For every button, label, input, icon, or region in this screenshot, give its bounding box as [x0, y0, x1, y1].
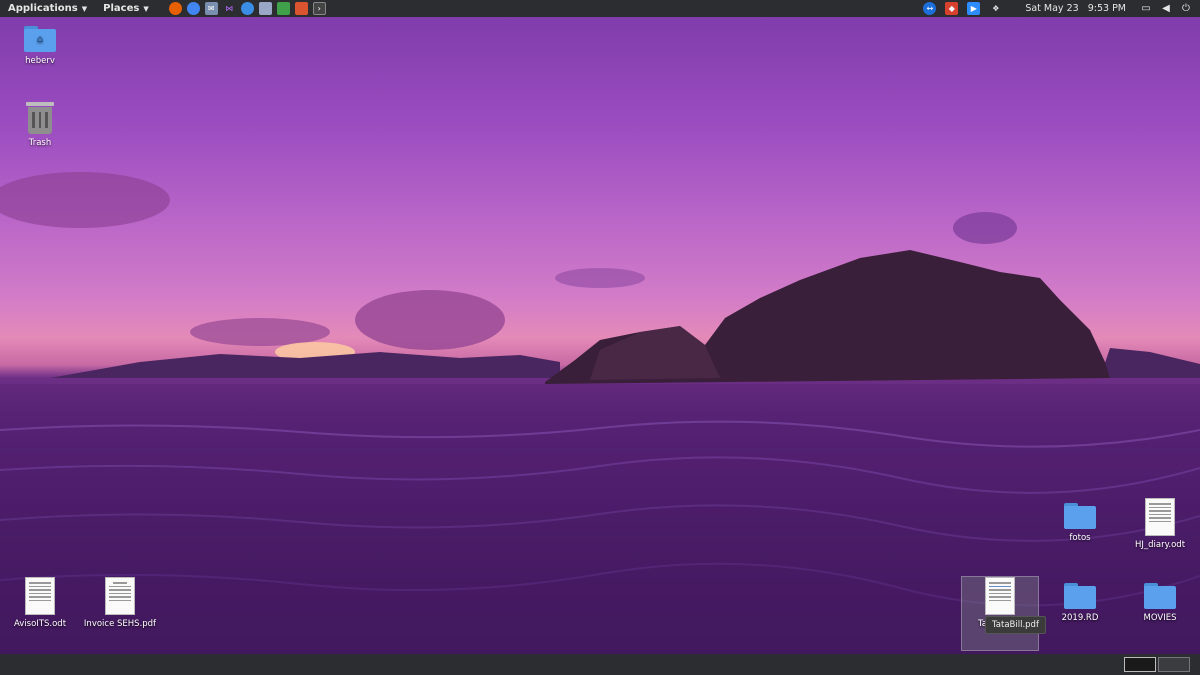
places-menu[interactable]: Places ▼: [95, 0, 157, 17]
dropbox-icon[interactable]: ❖: [989, 2, 1002, 15]
anydesk-icon[interactable]: ◆: [945, 2, 959, 15]
document-icon: [1145, 498, 1175, 536]
qt-icon[interactable]: ⋈: [223, 2, 236, 15]
workspace-switcher: [1124, 657, 1190, 672]
desktop-icon-label: Trash: [28, 138, 52, 148]
desktop-icon-invoice[interactable]: Invoice SEHS.pdf: [82, 577, 158, 629]
desktop-icon-hj-diary[interactable]: HJ_diary.odt: [1122, 498, 1198, 550]
pdf-document-icon: [105, 577, 135, 615]
desktop-icon-2019-rd[interactable]: 2019.RD: [1042, 583, 1118, 623]
desktop-icon-label: 2019.RD: [1061, 613, 1099, 623]
workspace-1[interactable]: [1124, 657, 1156, 672]
power-icon[interactable]: ⏻: [1180, 3, 1192, 15]
pdf-document-icon: [985, 577, 1015, 615]
document-icon: [25, 577, 55, 615]
desktop-icon-home[interactable]: ⌂ heberv: [2, 26, 78, 66]
desktop-icon-label: fotos: [1069, 533, 1091, 543]
applications-menu[interactable]: Applications ▼: [0, 0, 95, 17]
trash-icon: [26, 102, 54, 134]
spreadsheet-icon[interactable]: [276, 2, 290, 15]
home-folder-icon: ⌂: [24, 26, 56, 52]
top-panel: Applications ▼ Places ▼ ✉ ⋈ › ↔ ◆ ▶ ❖ Sa…: [0, 0, 1200, 17]
display-icon[interactable]: ▭: [1140, 3, 1152, 15]
presentation-icon[interactable]: [294, 2, 308, 15]
desktop-wallpaper: [0, 0, 1200, 675]
chrome-icon[interactable]: [186, 2, 200, 15]
zoom-icon[interactable]: ▶: [967, 2, 981, 15]
launcher-bar: ✉ ⋈ ›: [168, 2, 326, 15]
desktop-icon-label: AvisoITS.odt: [13, 619, 67, 629]
wallpaper-landscape: [0, 172, 1200, 654]
chevron-down-icon: ▼: [81, 4, 88, 13]
filename-tooltip: TataBill.pdf: [985, 616, 1046, 634]
desktop-icon-label: Invoice SEHS.pdf: [83, 619, 157, 629]
folder-icon: [1144, 583, 1176, 609]
desktop-icon-label: heberv: [25, 56, 55, 66]
workspace-2[interactable]: [1158, 657, 1190, 672]
clock[interactable]: Sat May 23 9:53 PM: [1025, 3, 1126, 14]
desktop-icon-fotos[interactable]: fotos: [1042, 503, 1118, 543]
desktop-icon-label: MOVIES: [1143, 613, 1177, 623]
desktop-icon-label: HJ_diary.odt: [1134, 540, 1186, 550]
folder-icon: [1064, 503, 1096, 529]
folder-icon: [1064, 583, 1096, 609]
mail-icon[interactable]: ✉: [204, 2, 218, 15]
places-label: Places: [103, 3, 140, 14]
teamviewer-icon[interactable]: ↔: [923, 2, 937, 15]
bottom-panel: [0, 654, 1200, 675]
text-editor-icon[interactable]: [258, 2, 272, 15]
desktop-icon-trash[interactable]: Trash: [2, 102, 78, 148]
volume-icon[interactable]: ◀: [1160, 3, 1172, 15]
desktop-icon-aviso[interactable]: AvisoITS.odt: [2, 577, 78, 629]
firefox-icon[interactable]: [168, 2, 182, 15]
system-tray: ↔ ◆ ▶ ❖ Sat May 23 9:53 PM ▭ ◀ ⏻: [923, 0, 1200, 17]
chevron-down-icon: ▼: [143, 4, 149, 13]
desktop-icon-movies[interactable]: MOVIES: [1122, 583, 1198, 623]
applications-label: Applications: [8, 3, 78, 14]
blue-app-icon[interactable]: [240, 2, 254, 15]
terminal-icon[interactable]: ›: [312, 2, 326, 15]
